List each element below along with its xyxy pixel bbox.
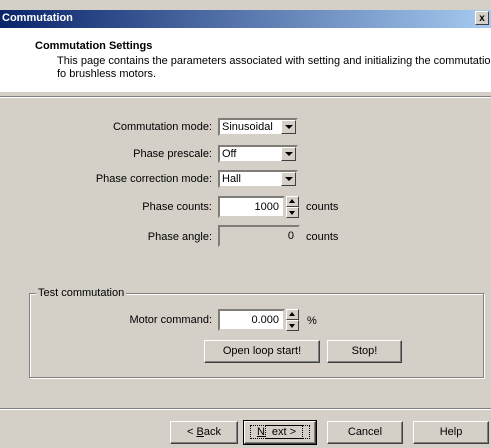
cancel-button[interactable]: Cancel (327, 421, 403, 444)
arrow-down-icon (289, 324, 295, 328)
chevron-down-icon (285, 177, 293, 181)
phase-counts-label: Phase counts: (142, 201, 212, 213)
test-commutation-label: Test commutation (36, 287, 127, 299)
motor-command-unit: % (307, 315, 317, 327)
next-button-accesskey: N (256, 426, 265, 438)
chevron-down-icon (285, 125, 293, 129)
back-button-prefix: < (187, 426, 197, 438)
footer-divider (0, 408, 491, 410)
phase-angle-label: Phase angle: (147, 231, 212, 243)
arrow-down-icon (289, 211, 295, 215)
motor-command-input[interactable]: 0.000 (218, 309, 285, 331)
spin-up-button[interactable] (286, 309, 299, 320)
help-button[interactable]: Help (413, 421, 489, 444)
phase-correction-mode-label: Phase correction mode: (95, 173, 212, 185)
motor-command-label: Motor command: (129, 314, 212, 326)
page-header: Commutation Settings This page contains … (0, 28, 491, 92)
back-button-accesskey: B (196, 426, 204, 438)
commutation-mode-label: Commutation mode: (112, 121, 212, 133)
phase-correction-mode-value: Hall (222, 173, 241, 185)
arrow-up-icon (289, 312, 295, 316)
spin-down-button[interactable] (286, 320, 299, 331)
phase-prescale-label: Phase prescale: (133, 148, 212, 160)
commutation-mode-select[interactable]: Sinusoidal (218, 118, 298, 136)
dropdown-button[interactable] (281, 147, 296, 161)
stop-button[interactable]: Stop! (327, 340, 402, 363)
phase-counts-unit: counts (306, 201, 339, 213)
spin-up-button[interactable] (286, 196, 299, 207)
dropdown-button[interactable] (281, 172, 296, 186)
open-loop-start-button[interactable]: Open loop start! (204, 340, 320, 363)
phase-prescale-select[interactable]: Off (218, 145, 298, 163)
phase-counts-input[interactable]: 1000 (218, 196, 285, 218)
motor-command-value: 0.000 (251, 314, 279, 326)
next-button[interactable]: Next > (243, 420, 317, 445)
back-button[interactable]: < Back (170, 421, 238, 444)
arrow-up-icon (289, 199, 295, 203)
phase-counts-spinner[interactable] (286, 196, 299, 218)
next-button-text: Next > (249, 425, 311, 439)
phase-angle-unit: counts (306, 231, 339, 243)
dropdown-button[interactable] (281, 120, 296, 134)
page-description: This page contains the parameters associ… (57, 55, 491, 80)
phase-angle-input: 0 (218, 225, 300, 247)
next-button-suffix: ext > (264, 425, 304, 439)
spin-down-button[interactable] (286, 207, 299, 218)
motor-command-spinner[interactable] (286, 309, 299, 331)
phase-angle-value: 0 (287, 230, 294, 242)
page-title: Commutation Settings (35, 40, 153, 52)
window-title: Commutation (2, 12, 73, 24)
title-bar: Commutation x (0, 10, 491, 28)
header-divider (0, 96, 491, 98)
chevron-down-icon (285, 152, 293, 156)
back-button-suffix: ack (203, 426, 221, 438)
test-commutation-group: Test commutation (29, 287, 484, 378)
close-icon[interactable]: x (475, 11, 489, 25)
phase-prescale-value: Off (222, 148, 237, 160)
phase-correction-mode-select[interactable]: Hall (218, 170, 298, 188)
phase-counts-value: 1000 (254, 201, 279, 213)
commutation-mode-value: Sinusoidal (222, 121, 273, 133)
